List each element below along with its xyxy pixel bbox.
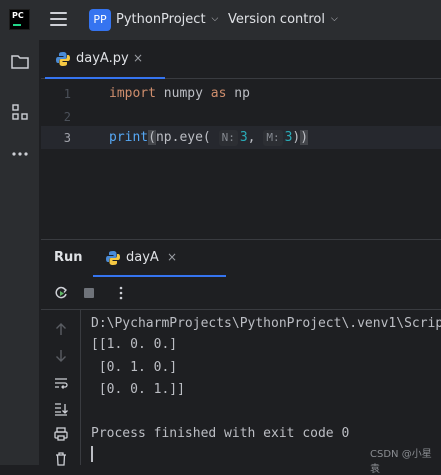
print-icon[interactable] — [53, 426, 69, 442]
left-tool-strip — [0, 40, 40, 465]
module-alias: np — [226, 86, 250, 101]
pycharm-logo[interactable]: PC — [9, 9, 30, 30]
logo-text: PC — [12, 11, 24, 20]
tab-label: dayA.py — [76, 51, 129, 66]
project-badge[interactable]: PP — [89, 9, 111, 31]
paren-close: ) — [300, 130, 309, 145]
arg-n: 3 — [239, 130, 248, 145]
function-print: print — [109, 130, 149, 145]
stop-icon[interactable] — [81, 285, 97, 301]
console-cursor — [91, 446, 93, 462]
console-line: D:\PycharmProjects\PythonProject\.venv1\… — [91, 316, 441, 331]
structure-icon[interactable] — [10, 102, 30, 122]
line-number: 3 — [63, 131, 71, 145]
more-vertical-icon[interactable] — [113, 285, 129, 301]
python-file-icon — [106, 251, 120, 265]
chevron-down-icon: ⌵ — [211, 14, 219, 24]
folder-icon[interactable] — [10, 52, 30, 72]
project-selector[interactable]: PythonProject ⌵ — [116, 12, 218, 27]
arrow-up-icon[interactable] — [53, 321, 69, 337]
param-hint-m: M: — [263, 130, 283, 146]
run-panel-header: Run dayA × — [41, 239, 441, 277]
code-editor[interactable]: 1 2 3 import numpy as np print(np.eye( N… — [41, 79, 441, 239]
keyword-as: as — [210, 86, 227, 101]
version-control-label: Version control — [228, 12, 325, 27]
line-number: 2 — [63, 110, 71, 124]
soft-wrap-icon[interactable] — [53, 375, 69, 391]
arrow-down-icon[interactable] — [53, 348, 69, 364]
chevron-down-icon: ⌵ — [331, 14, 338, 24]
editor-tab-bar: dayA.py × — [41, 41, 441, 79]
run-panel-title: Run — [54, 250, 83, 265]
close-icon[interactable]: × — [133, 51, 143, 65]
run-tab-daya[interactable]: dayA × — [93, 240, 226, 277]
keyword-import: import — [109, 86, 156, 101]
run-side-toolbar — [41, 310, 81, 466]
close-icon[interactable]: × — [167, 250, 177, 264]
scroll-to-end-icon[interactable] — [53, 401, 69, 417]
python-file-icon — [56, 52, 70, 66]
code-line-3: print(np.eye( N: 3, M: 3)) — [109, 130, 309, 146]
line-number: 1 — [63, 87, 71, 101]
console-line: [0. 0. 1.]] — [91, 382, 185, 397]
paren-open: ( — [148, 130, 156, 145]
call-np-eye: np.eye( — [155, 130, 211, 145]
main-menu-icon[interactable] — [50, 12, 67, 26]
tab-daya-py[interactable]: dayA.py × — [45, 41, 195, 79]
version-control-menu[interactable]: Version control ⌵ — [228, 12, 338, 27]
title-bar: PC PP PythonProject ⌵ Version control ⌵ — [0, 0, 441, 40]
console-line: [[1. 0. 0.] — [91, 337, 178, 352]
module-name: numpy — [155, 86, 211, 101]
project-name: PythonProject — [116, 12, 206, 27]
code-line-1: import numpy as np — [109, 86, 250, 101]
console-line: Process finished with exit code 0 — [91, 426, 350, 441]
run-tab-label: dayA — [126, 250, 159, 265]
console-line: [0. 1. 0.] — [91, 360, 178, 375]
param-hint-n: N: — [218, 130, 238, 146]
run-toolbar — [41, 277, 441, 310]
logo-bar — [13, 24, 21, 26]
more-icon[interactable] — [10, 144, 30, 164]
rerun-icon[interactable] — [53, 285, 69, 301]
console-output[interactable]: D:\PycharmProjects\PythonProject\.venv1\… — [81, 310, 441, 465]
watermark: CSDN @小星袁 — [370, 449, 432, 475]
comma: , — [247, 130, 256, 145]
